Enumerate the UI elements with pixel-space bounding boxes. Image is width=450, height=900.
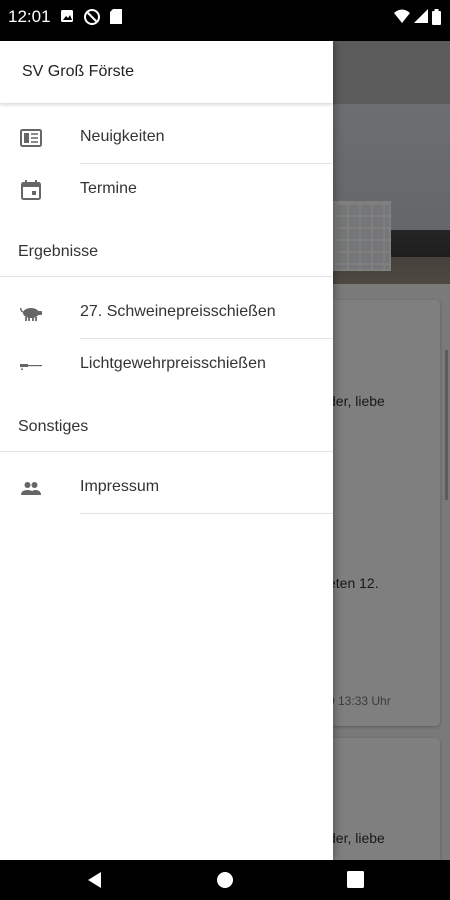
- dnd-icon: [84, 9, 100, 25]
- newspaper-icon: [20, 129, 42, 147]
- drawer-item-schweinepreisschiessen[interactable]: 27. Schweinepreisschießen: [0, 287, 333, 339]
- drawer-item-impressum[interactable]: Impressum: [0, 462, 333, 514]
- signal-icon: [414, 9, 428, 23]
- drawer-item-label: Impressum: [80, 478, 160, 495]
- section-title-sonstiges: Sonstiges: [18, 418, 89, 435]
- pig-icon: [20, 307, 42, 321]
- status-bar: 12:01: [0, 0, 450, 41]
- drawer-item-termine[interactable]: Termine: [0, 164, 333, 216]
- navigation-drawer: SV Groß Förste Neuigkeiten Termine Ergeb…: [0, 41, 333, 860]
- system-nav-bar: [0, 860, 450, 900]
- calendar-icon: [21, 180, 41, 200]
- back-icon[interactable]: [86, 871, 104, 889]
- home-icon[interactable]: [216, 871, 234, 889]
- drawer-item-neuigkeiten[interactable]: Neuigkeiten: [0, 112, 333, 164]
- notification-image-icon: [61, 10, 73, 22]
- sd-card-icon: [110, 9, 122, 24]
- battery-icon: [432, 9, 441, 25]
- drawer-item-label: Lichtgewehrpreisschießen: [80, 355, 266, 372]
- wifi-icon: [394, 9, 410, 23]
- scrollbar: [445, 350, 448, 500]
- recents-icon[interactable]: [347, 871, 364, 888]
- section-title-ergebnisse: Ergebnisse: [18, 243, 99, 260]
- status-time: 12:01: [8, 7, 51, 26]
- drawer-item-label: 27. Schweinepreisschießen: [80, 303, 276, 320]
- drawer-item-lichtgewehrpreisschiessen[interactable]: Lichtgewehrpreisschießen: [0, 339, 333, 391]
- rifle-icon: [20, 364, 42, 370]
- drawer-item-label: Termine: [80, 180, 137, 197]
- drawer-header: SV Groß Förste: [0, 41, 333, 103]
- people-icon: [21, 482, 41, 495]
- drawer-item-label: Neuigkeiten: [80, 128, 165, 145]
- drawer-title: SV Groß Förste: [22, 63, 135, 80]
